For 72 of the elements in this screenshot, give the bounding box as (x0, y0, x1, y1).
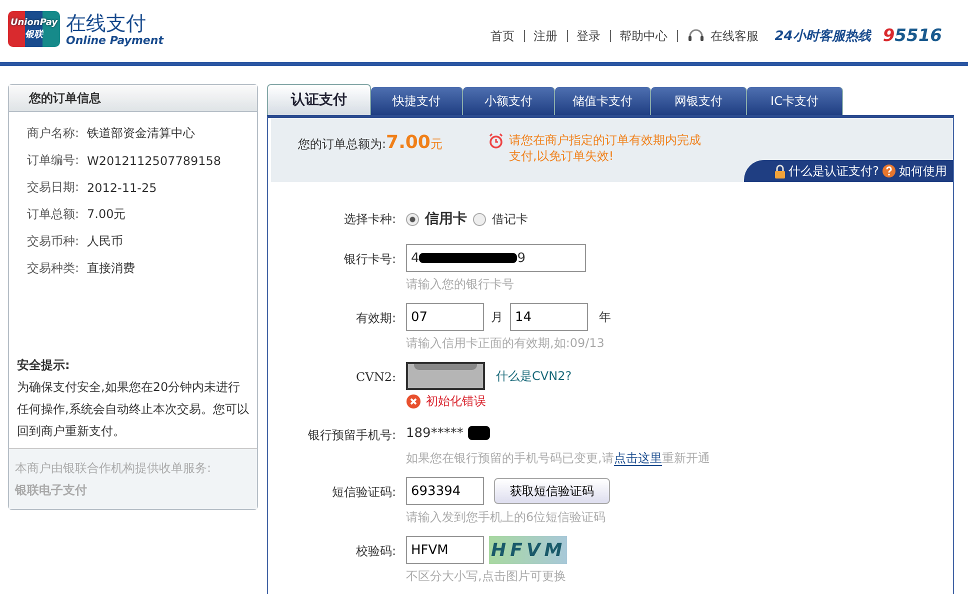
nav-link[interactable]: 注册 (534, 28, 558, 44)
field-value: 铁道部资金清算中心 (87, 125, 195, 142)
field-hint: 请输入您的银行卡号 (406, 276, 514, 293)
get-sms-code-button[interactable]: 获取短信验证码 (494, 478, 610, 504)
field-label: 商户名称: (27, 125, 80, 142)
cvn-help-link[interactable]: 什么是CVN2? (496, 368, 572, 384)
month-field[interactable]: 07 (406, 303, 484, 331)
field-label: 订单总额: (27, 206, 80, 223)
unit-label: 月 (490, 308, 504, 326)
nav-link[interactable]: 帮助中心 (620, 28, 668, 44)
field-value: 2012-11-25 (87, 180, 157, 194)
nav-link[interactable]: 首页 (490, 28, 515, 44)
year-field[interactable]: 14 (510, 303, 588, 331)
alarm-clock-icon (488, 133, 504, 149)
field-label: 短信验证码: (330, 484, 397, 501)
help-link[interactable]: 什么是认证支付? (788, 162, 879, 180)
payment-tab[interactable]: 快捷支付 (371, 87, 463, 115)
radio-button[interactable] (473, 212, 486, 226)
redaction-mark (468, 426, 490, 440)
acquirer-name: 银联电子支付 (15, 482, 88, 499)
field-value: 人民币 (87, 233, 123, 250)
field-label: 交易币种: (27, 233, 80, 250)
error-icon (406, 394, 421, 409)
phone-number: 189***** (406, 426, 464, 440)
field-hint: 请输入发到您手机上的6位短信验证码 (406, 509, 606, 526)
question-icon (882, 164, 896, 178)
field-label: 选择卡种: (342, 211, 397, 228)
logo-title: 在线支付 (66, 12, 147, 34)
logo-subtitle: Online Payment (66, 34, 164, 46)
captcha-image[interactable]: HFVM (489, 536, 567, 564)
card-number-field[interactable]: 4 9 (406, 244, 586, 272)
hotline-label: 24小时客服热线 (774, 28, 871, 45)
field-label: 交易日期: (27, 179, 80, 196)
online-support-link[interactable]: 在线客服 (710, 28, 759, 44)
headset-icon (686, 28, 705, 44)
field-value: 7.00元 (87, 206, 126, 223)
field-label: 订单编号: (27, 152, 80, 169)
tip-title: 安全提示: (17, 357, 71, 374)
payment-tab[interactable]: IC卡支付 (747, 87, 843, 115)
acquirer-note: 本商户由银联合作机构提供收单服务: (15, 460, 212, 477)
field-label: 校验码: (354, 543, 397, 560)
click-here-link[interactable]: 点击这里 (614, 451, 662, 466)
hotline-number: 95516 (882, 26, 942, 46)
panel-title: 您的订单信息 (29, 90, 101, 106)
field-hint: 如果您在银行预留的手机号码已变更,请点击这里重新开通 (406, 450, 710, 467)
field-value: W2012112507789158 (87, 154, 222, 168)
payment-tab[interactable]: 网银支付 (651, 87, 747, 115)
payment-tab[interactable]: 小额支付 (463, 87, 555, 115)
field-label: 银行卡号: (342, 251, 397, 268)
field-hint: 请输入信用卡正面的有效期,如:09/13 (406, 335, 604, 352)
field-label: 有效期: (354, 310, 397, 327)
field-label: CVN2: (354, 369, 397, 386)
error-message: 初始化错误 (426, 393, 486, 410)
payment-tab[interactable]: 认证支付 (267, 84, 371, 115)
field-label: 银行预留手机号: (306, 427, 397, 444)
radio-button[interactable] (406, 212, 419, 226)
field-label: 交易种类: (27, 260, 80, 277)
warning-text: 请您在商户指定的订单有效期内完成支付,以免订单失效! (509, 132, 702, 164)
nav-link[interactable]: 登录 (576, 28, 601, 44)
cvn-input[interactable] (406, 362, 485, 390)
sms-code-field[interactable]: 693394 (406, 477, 484, 505)
field-hint: 不区分大小写,点击图片可更换 (406, 568, 566, 585)
radio-label[interactable]: 借记卡 (492, 210, 528, 228)
field-value: 直接消费 (87, 260, 135, 277)
usage-link[interactable]: 如何使用 (899, 162, 947, 180)
order-total: 您的订单总额为:7.00元 (298, 132, 444, 153)
payment-tab[interactable]: 储值卡支付 (555, 87, 651, 115)
tip-text: 为确保支付安全,如果您在20分钟内未进行任何操作,系统会自动终止本次交易。您可以回到商户重新支付。 (17, 379, 249, 440)
radio-label[interactable]: 信用卡 (425, 210, 467, 228)
captcha-field[interactable]: HFVM (406, 536, 484, 564)
lock-icon (774, 164, 786, 178)
unit-label: 年 (598, 308, 612, 326)
